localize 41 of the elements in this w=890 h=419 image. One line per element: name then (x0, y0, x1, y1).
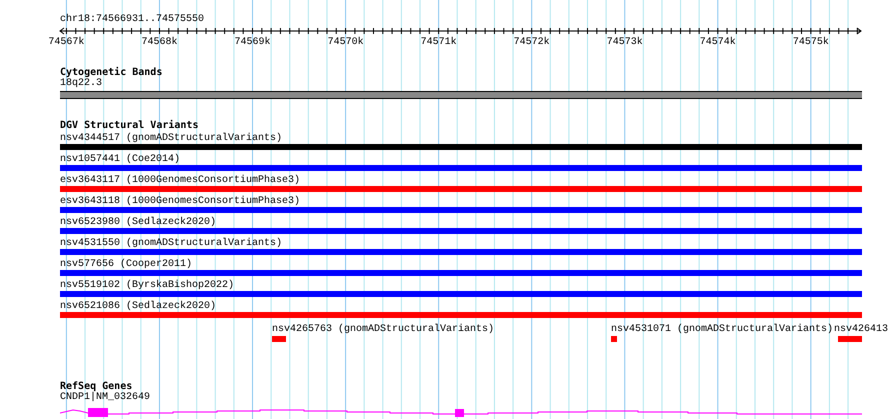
ruler-label: 74571k (420, 37, 457, 48)
variant-bar[interactable] (60, 312, 862, 318)
track-title: RefSeq Genes (60, 381, 132, 392)
band-bar[interactable] (60, 91, 862, 99)
variant-label: nsv426413 (834, 324, 888, 335)
track-title: Cytogenetic Bands (60, 67, 164, 78)
ruler-label: 74575k (792, 37, 829, 48)
ruler-label: 74574k (700, 37, 736, 48)
variant-bar[interactable] (60, 228, 862, 234)
variant-bar[interactable] (838, 336, 862, 342)
variant-bar[interactable] (60, 186, 862, 192)
variant-bar[interactable] (60, 249, 862, 255)
region-label: chr18:74566931..74575550 (60, 14, 206, 25)
band-label: 18q22.3 (60, 78, 104, 89)
variant-label: nsv4531550 (gnomADStructuralVariants) (60, 238, 284, 249)
variant-label: nsv4265763 (gnomADStructuralVariants) (272, 324, 494, 335)
variant-label: nsv6521086 (Sedlazeck2020) (60, 301, 218, 312)
gene-model-drawing[interactable] (60, 408, 862, 417)
ruler-label: 74570k (328, 37, 364, 48)
variant-label: esv3643117 (1000GenomesConsortiumPhase3) (60, 175, 302, 186)
ruler-label: 74568k (141, 37, 178, 48)
variant-bar[interactable] (611, 336, 617, 342)
variant-label: nsv4344517 (gnomADStructuralVariants) (60, 133, 284, 144)
variant-bar[interactable] (60, 207, 862, 213)
variant-bar[interactable] (60, 291, 862, 297)
variant-label: nsv5519102 (ByrskaBishop2022) (60, 280, 236, 291)
track-title: DGV Structural Variants (60, 120, 200, 131)
ruler-label: 74569k (234, 37, 271, 48)
variant-bar[interactable] (60, 144, 862, 150)
ruler-label: 74573k (606, 37, 643, 48)
variant-label: nsv1057441 (Coe2014) (60, 154, 182, 165)
gene-label: CNDP1|NM_032649 (60, 392, 152, 403)
ruler-label: 74567k (48, 37, 84, 48)
variant-bar[interactable] (60, 165, 862, 171)
variant-bar[interactable] (272, 336, 286, 342)
variant-label: esv3643118 (1000GenomesConsortiumPhase3) (60, 196, 302, 207)
variant-label: nsv6523980 (Sedlazeck2020) (60, 217, 218, 228)
variant-label: nsv4531071 (gnomADStructuralVariants) (611, 324, 834, 335)
variant-bar[interactable] (60, 270, 862, 276)
variant-label: nsv577656 (Cooper2011) (60, 259, 194, 270)
ruler-label: 74572k (514, 37, 550, 48)
